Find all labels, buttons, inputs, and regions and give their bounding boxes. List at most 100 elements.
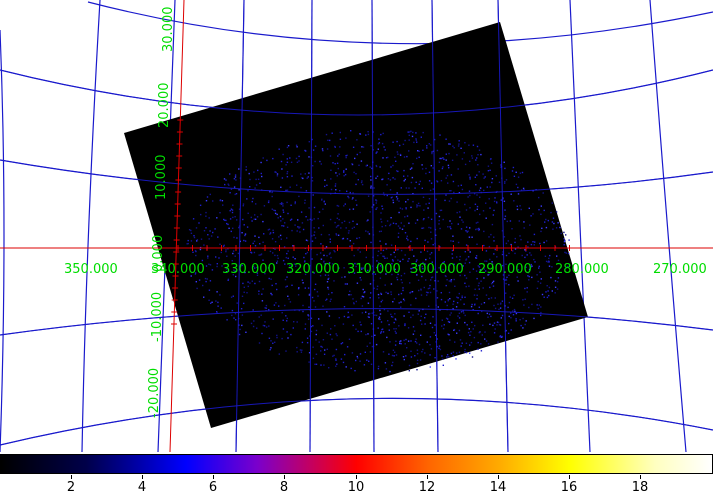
data-point	[407, 340, 410, 342]
colorbar[interactable]	[0, 454, 713, 474]
data-point	[302, 282, 304, 284]
data-point	[511, 170, 514, 172]
data-point	[409, 282, 411, 284]
data-point	[321, 148, 324, 150]
data-point	[328, 315, 331, 317]
data-point	[284, 278, 287, 281]
dec-label: 10.000	[154, 155, 169, 201]
data-point	[540, 205, 542, 207]
data-point	[336, 225, 339, 227]
data-point	[319, 252, 322, 254]
data-point	[381, 208, 384, 210]
data-point	[540, 306, 542, 308]
data-point	[406, 215, 409, 217]
data-point	[382, 255, 384, 257]
data-point	[453, 329, 455, 331]
data-point	[477, 348, 479, 350]
sky-image-canvas[interactable]: 350.000 340.000 330.000 320.000 310.000 …	[0, 0, 713, 453]
data-point	[356, 139, 358, 141]
data-point	[377, 367, 380, 370]
data-point	[405, 207, 407, 209]
data-point	[281, 312, 283, 314]
data-point	[416, 369, 418, 371]
data-point	[279, 215, 282, 218]
data-point	[362, 288, 364, 291]
data-point	[483, 177, 485, 179]
data-point	[412, 333, 415, 335]
data-point	[388, 323, 390, 326]
data-point	[307, 318, 310, 320]
data-point	[498, 181, 501, 183]
data-point	[526, 287, 528, 289]
data-point	[395, 223, 397, 225]
data-point	[459, 216, 461, 218]
data-point	[450, 279, 453, 281]
data-point	[429, 257, 431, 259]
data-point	[474, 288, 476, 290]
data-point	[449, 314, 451, 316]
data-point	[554, 280, 557, 282]
data-point	[370, 292, 372, 294]
data-point	[549, 254, 551, 257]
data-point	[292, 256, 294, 258]
data-point	[400, 340, 402, 342]
data-point	[477, 229, 480, 232]
data-point	[483, 277, 485, 279]
data-point	[365, 230, 367, 232]
data-point	[563, 231, 565, 234]
data-point	[351, 314, 353, 316]
data-point	[301, 222, 304, 224]
data-point	[491, 223, 494, 226]
data-point	[476, 228, 478, 230]
data-point	[532, 213, 534, 215]
data-point	[359, 353, 362, 355]
data-point	[389, 370, 391, 373]
data-point	[454, 341, 456, 343]
data-point	[429, 336, 432, 338]
data-point	[282, 203, 284, 205]
data-point	[363, 364, 366, 366]
data-point	[540, 230, 542, 233]
data-point	[327, 139, 329, 141]
data-point	[411, 249, 413, 251]
data-point	[436, 149, 439, 152]
data-point	[222, 245, 225, 247]
data-point	[410, 304, 412, 306]
data-point	[429, 344, 431, 346]
data-point	[296, 230, 298, 232]
data-point	[448, 200, 451, 202]
data-point	[407, 327, 410, 329]
data-point	[379, 166, 381, 168]
data-point	[276, 288, 278, 291]
data-point	[501, 314, 504, 317]
data-point	[305, 190, 308, 192]
data-point	[198, 279, 201, 281]
data-point	[370, 179, 372, 181]
data-point	[456, 296, 458, 298]
data-point	[485, 217, 487, 219]
data-point	[515, 318, 517, 320]
data-point	[258, 290, 260, 292]
data-point	[514, 252, 516, 255]
data-point	[464, 142, 466, 144]
data-point	[456, 302, 459, 304]
data-point	[454, 285, 456, 287]
data-point	[236, 302, 238, 304]
data-point	[438, 170, 440, 172]
data-point	[270, 347, 272, 349]
data-point	[356, 153, 358, 156]
data-point	[439, 157, 441, 160]
data-point	[402, 258, 404, 261]
data-point	[254, 235, 256, 237]
data-point	[392, 201, 395, 204]
data-point	[430, 227, 432, 229]
data-point	[289, 157, 291, 159]
data-point	[411, 291, 414, 293]
data-point	[243, 286, 245, 288]
data-point	[223, 178, 226, 180]
data-point	[355, 300, 357, 303]
data-point	[346, 283, 348, 285]
data-point	[496, 324, 498, 326]
data-point	[538, 209, 540, 211]
data-point	[400, 301, 402, 303]
